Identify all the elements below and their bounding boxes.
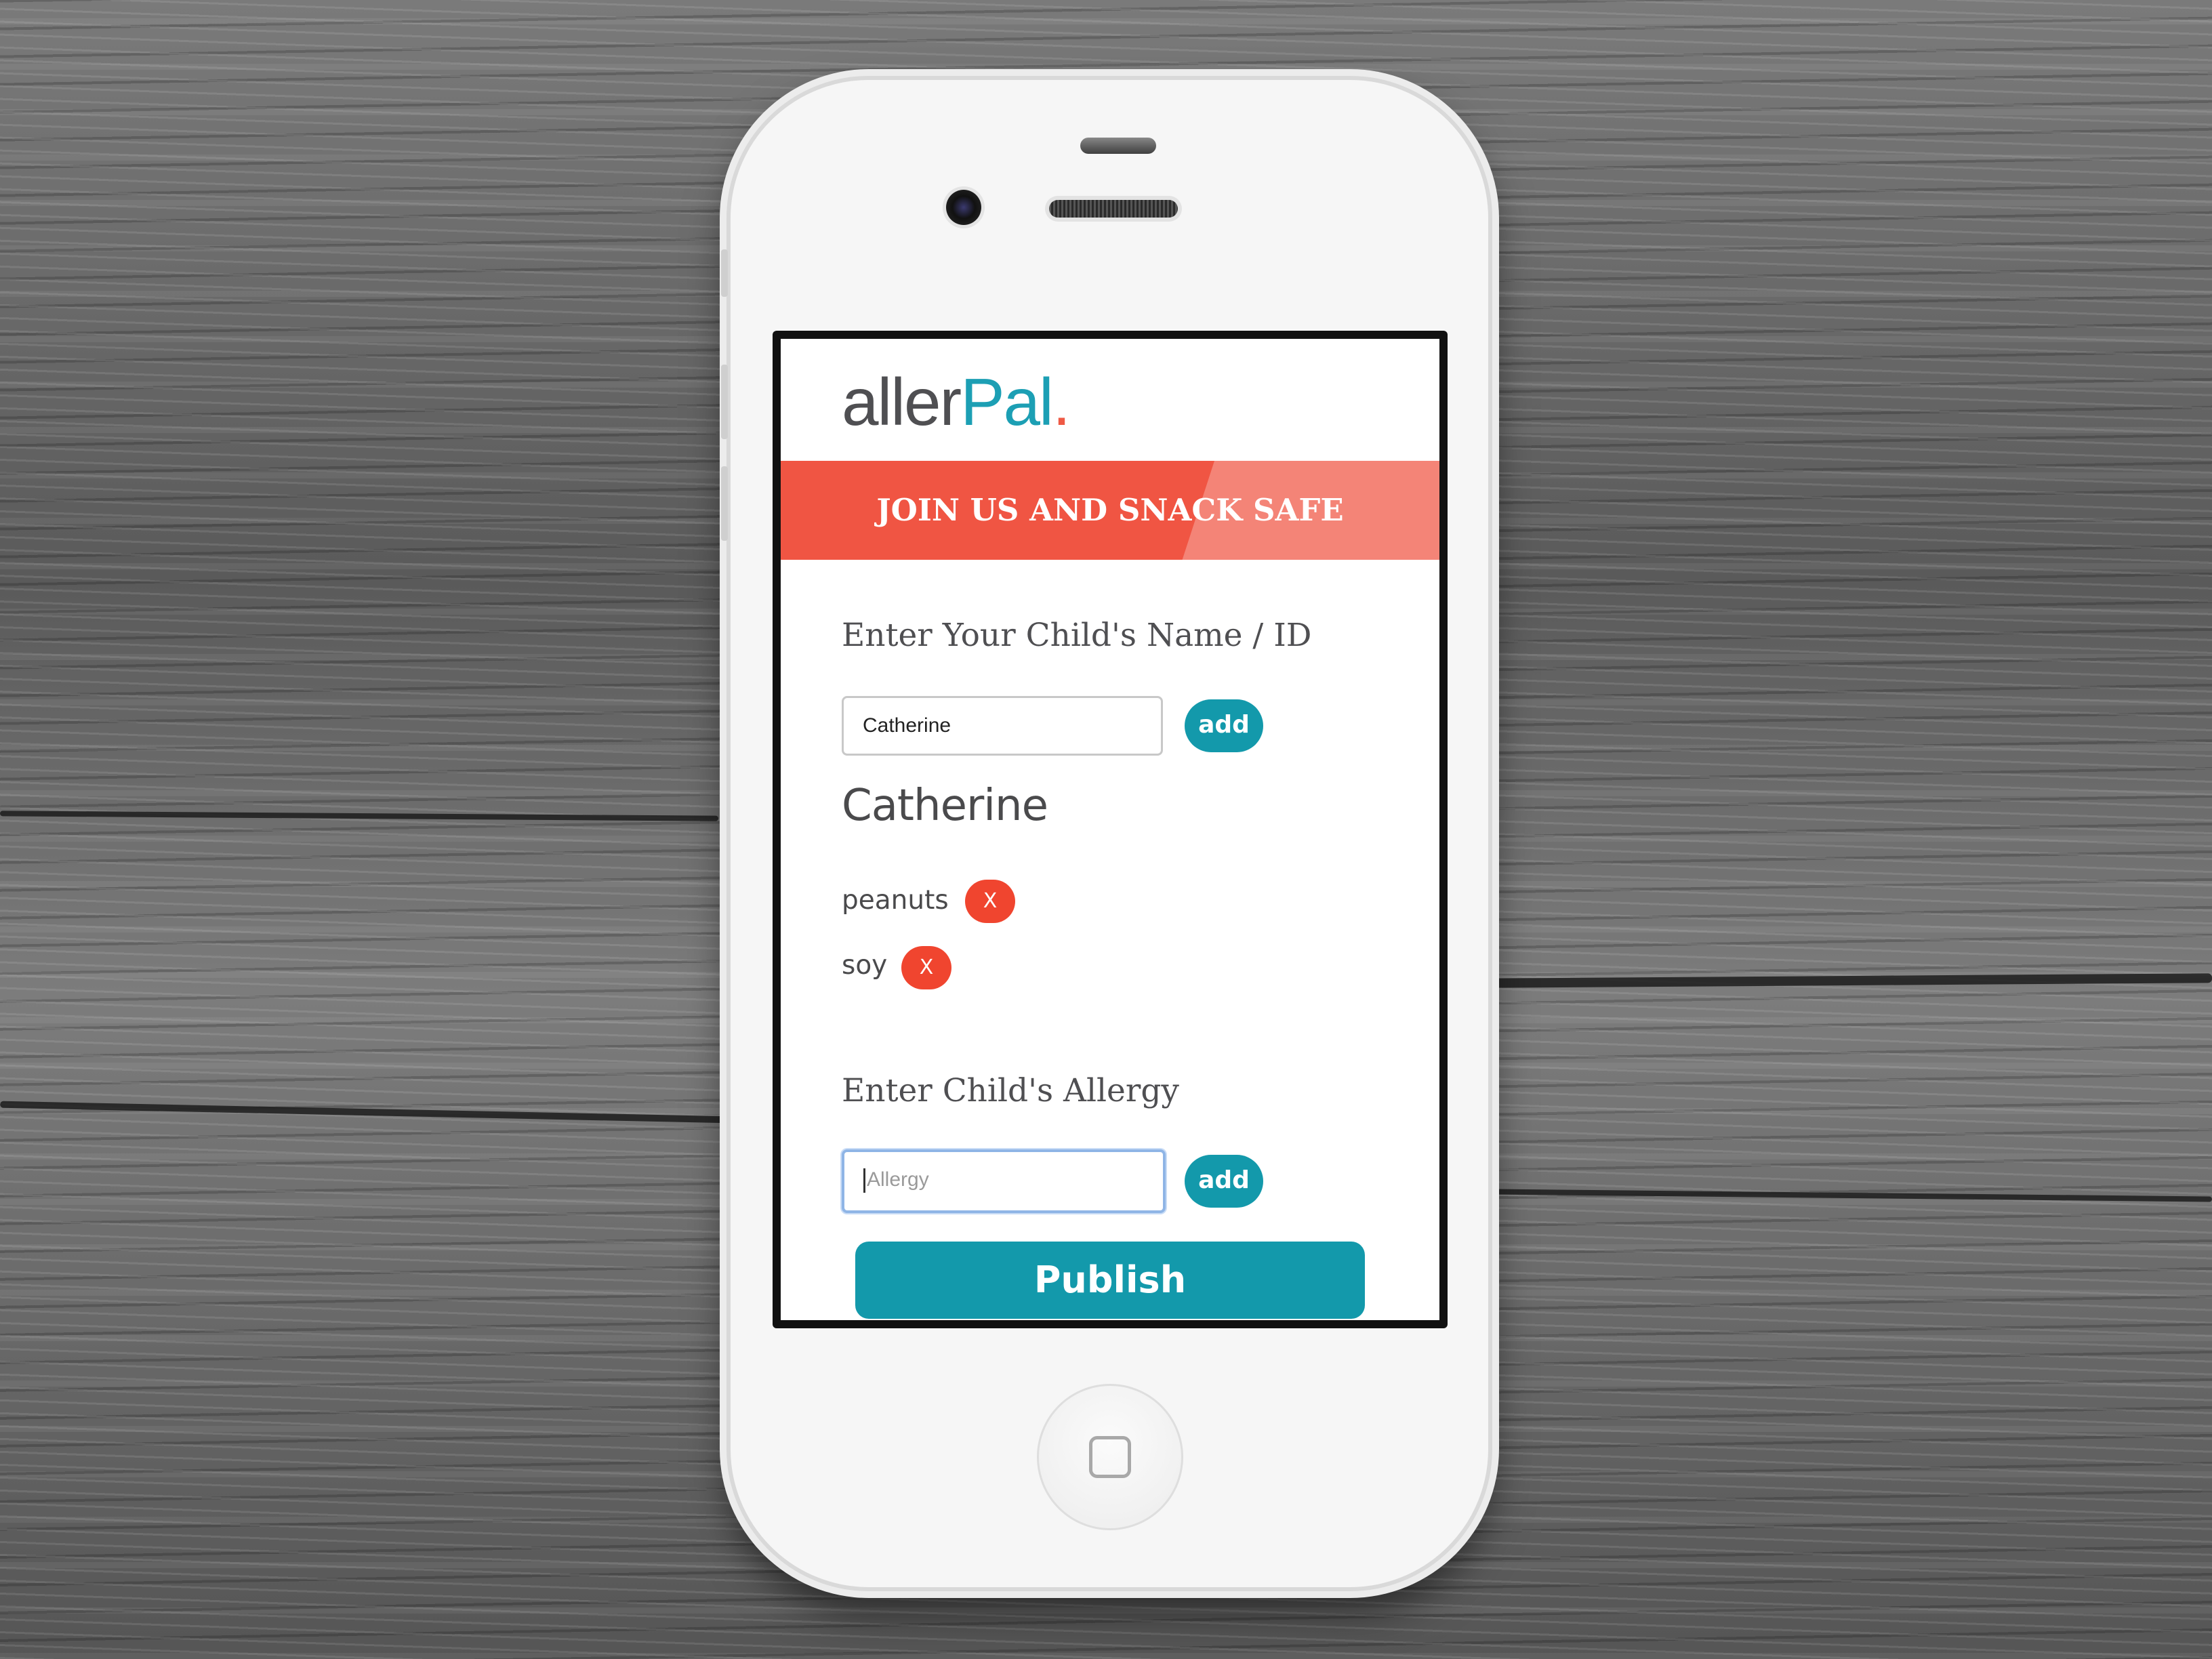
phone-screen: allerPal. JOIN US AND SNACK SAFE Enter Y… [773,331,1448,1328]
add-allergy-button[interactable]: add [1185,1155,1263,1208]
text-caret [863,1168,865,1193]
wood-crack [0,811,719,821]
allergy-name: soy [842,950,888,981]
publish-button[interactable]: Publish [855,1242,1365,1319]
allerpal-logo: allerPal. [842,369,1071,435]
volume-down-button [721,466,728,541]
remove-allergy-button[interactable]: X [901,946,951,989]
allergy-item: peanuts X [842,876,1018,926]
volume-up-button [721,365,728,439]
wood-crack [0,1101,732,1124]
child-name-input[interactable]: Catherine [842,696,1163,756]
wood-crack [1490,1189,2212,1202]
camera-icon [946,190,981,225]
add-child-button[interactable]: add [1185,699,1263,752]
allergy-input[interactable]: Allergy [842,1149,1166,1213]
home-square-icon [1089,1436,1131,1478]
speaker-grille [1049,200,1178,218]
child-name-label: Enter Your Child's Name / ID [842,617,1312,654]
mute-switch [721,249,728,297]
phone-sensor [1080,138,1156,154]
child-name-input-value: Catherine [863,714,951,737]
app-viewport: allerPal. JOIN US AND SNACK SAFE Enter Y… [781,339,1439,1320]
logo-pal-text: Pal [960,365,1054,439]
allergy-name: peanuts [842,885,949,916]
home-button[interactable] [1037,1384,1183,1530]
allergy-item: soy X [842,941,957,991]
allergy-input-placeholder: Allergy [867,1168,929,1191]
logo-dot: . [1052,365,1071,439]
allergy-label: Enter Child's Allergy [842,1072,1179,1109]
banner: JOIN US AND SNACK SAFE [781,461,1439,560]
child-name-heading: Catherine [842,781,1048,831]
remove-allergy-button[interactable]: X [965,880,1015,923]
wood-crack [1490,973,2212,988]
logo-aller-text: aller [842,365,962,439]
banner-text: JOIN US AND SNACK SAFE [876,492,1344,528]
